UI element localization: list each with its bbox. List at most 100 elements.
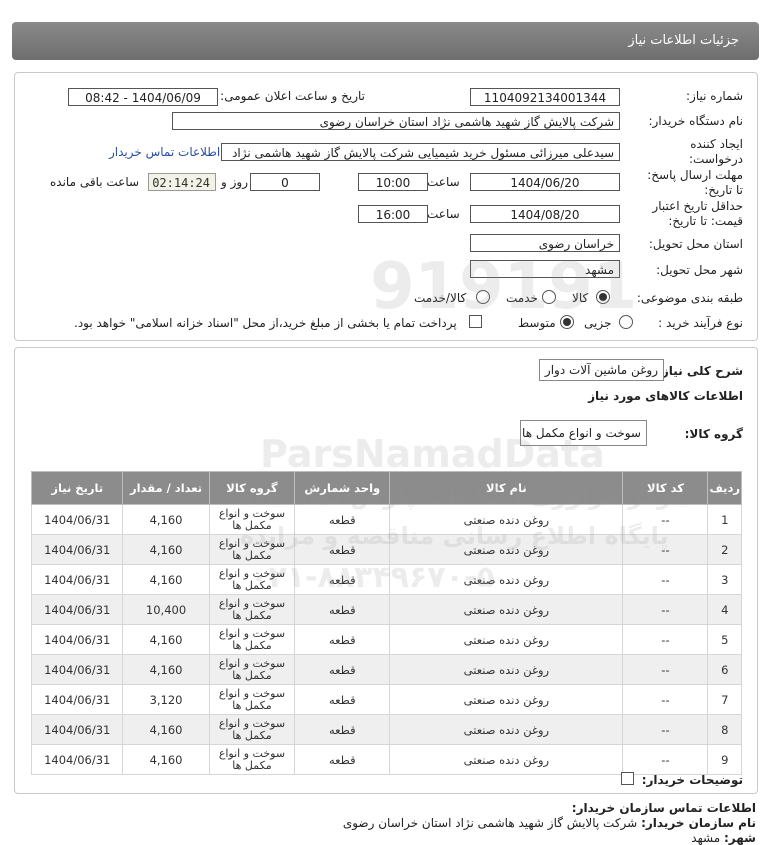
days-label: روز و [221, 175, 248, 189]
buyer-notes-checkbox[interactable] [621, 772, 634, 785]
table-row: 5 -- روغن دنده صنعتی قطعه سوخت و انواع م… [30, 624, 742, 655]
announce-field: 1404/06/09 - 08:42 [68, 88, 218, 106]
items-table-header: ردیف کد کالا نام کالا واحد شمارش گروه کا… [30, 471, 742, 505]
process-radio-medium[interactable] [560, 315, 574, 329]
item-need-date: 1404/06/31 [30, 504, 124, 535]
item-name: روغن دنده صنعتی [389, 534, 624, 565]
footer-city-label: شهر: [724, 831, 756, 845]
org-row: نام سازمان خریدار: شرکت پالایش گاز شهید … [343, 816, 756, 830]
row-index: 6 [707, 654, 742, 685]
item-quantity: 4,160 [122, 504, 210, 535]
row-index: 8 [707, 714, 742, 745]
goods-group-label: گروه کالا: [684, 427, 743, 441]
item-group: سوخت و انواع مکمل ها [208, 594, 296, 625]
item-group: سوخت و انواع مکمل ها [208, 534, 296, 565]
items-table: ردیف کد کالا نام کالا واحد شمارش گروه کا… [30, 471, 742, 775]
process-radio-minor[interactable] [619, 315, 633, 329]
footer-city-value: مشهد [691, 831, 721, 845]
table-row: 8 -- روغن دنده صنعتی قطعه سوخت و انواع م… [30, 714, 742, 745]
row-index: 7 [707, 684, 742, 715]
deadline-time-label: ساعت [427, 175, 460, 189]
need-info-panel: شماره نیاز: 1104092134001344 تاریخ و ساع… [14, 72, 758, 341]
category-option-goods-service: کالا/خدمت [414, 291, 467, 305]
deadline-time-field: 10:00 [358, 173, 428, 191]
province-label: استان محل تحویل: [648, 237, 743, 251]
item-group: سوخت و انواع مکمل ها [208, 504, 296, 535]
summary-label: شرح کلی نیاز: [657, 364, 743, 378]
city-field: مشهد [470, 260, 620, 278]
remaining-time-field: 02:14:24 [148, 173, 216, 191]
item-quantity: 4,160 [122, 624, 210, 655]
item-quantity: 4,160 [122, 534, 210, 565]
item-group: سوخت و انواع مکمل ها [208, 624, 296, 655]
category-radio-goods[interactable] [596, 290, 610, 304]
process-label: نوع فرآیند خرید : [658, 316, 743, 330]
item-code: -- [622, 624, 709, 655]
remaining-label: ساعت باقی مانده [50, 175, 140, 189]
item-unit: قطعه [294, 744, 391, 775]
item-unit: قطعه [294, 504, 391, 535]
item-need-date: 1404/06/31 [30, 714, 124, 745]
validity-time-label: ساعت [427, 207, 460, 221]
deadline-label: مهلت ارسال پاسخ: تا تاریخ: [647, 168, 743, 197]
column-header: ردیف [707, 471, 742, 505]
validity-label: حداقل تاریخ اعتبار قیمت: تا تاریخ: [652, 199, 743, 228]
item-name: روغن دنده صنعتی [389, 714, 624, 745]
item-unit: قطعه [294, 684, 391, 715]
item-code: -- [622, 504, 709, 535]
item-code: -- [622, 534, 709, 565]
item-unit: قطعه [294, 534, 391, 565]
column-header: کد کالا [622, 471, 709, 505]
column-header: تعداد / مقدار [122, 471, 210, 505]
row-index: 1 [707, 504, 742, 535]
category-radio-goods-service[interactable] [476, 290, 490, 304]
item-code: -- [622, 714, 709, 745]
validity-date-field: 1404/08/20 [470, 205, 620, 223]
row-index: 5 [707, 624, 742, 655]
need-details-panel: شرح کلی نیاز: روغن ماشین آلات دوار اطلاع… [14, 347, 758, 794]
buyer-contact-link[interactable]: اطلاعات تماس خریدار [109, 145, 220, 159]
items-section-title: اطلاعات کالاهای مورد نیاز [588, 389, 743, 403]
table-row: 9 -- روغن دنده صنعتی قطعه سوخت و انواع م… [30, 744, 742, 775]
process-option-medium: متوسط [518, 316, 556, 330]
item-quantity: 4,160 [122, 654, 210, 685]
item-name: روغن دنده صنعتی [389, 684, 624, 715]
validity-time-field: 16:00 [358, 205, 428, 223]
item-need-date: 1404/06/31 [30, 594, 124, 625]
row-index: 9 [707, 744, 742, 775]
treasury-payment-checkbox[interactable] [469, 315, 482, 328]
row-index: 4 [707, 594, 742, 625]
table-row: 4 -- روغن دنده صنعتی قطعه سوخت و انواع م… [30, 594, 742, 625]
item-code: -- [622, 684, 709, 715]
page-title: جزئیات اطلاعات نیاز [628, 33, 739, 48]
item-code: -- [622, 564, 709, 595]
item-need-date: 1404/06/31 [30, 744, 124, 775]
row-index: 3 [707, 564, 742, 595]
buyer-label: نام دستگاه خریدار: [648, 114, 744, 128]
item-need-date: 1404/06/31 [30, 624, 124, 655]
item-quantity: 3,120 [122, 684, 210, 715]
item-group: سوخت و انواع مکمل ها [208, 654, 296, 685]
process-option-minor: جزیی [584, 316, 612, 330]
item-unit: قطعه [294, 714, 391, 745]
item-code: -- [622, 744, 709, 775]
table-row: 1 -- روغن دنده صنعتی قطعه سوخت و انواع م… [30, 504, 742, 535]
table-row: 6 -- روغن دنده صنعتی قطعه سوخت و انواع م… [30, 654, 742, 685]
item-name: روغن دنده صنعتی [389, 654, 624, 685]
creator-label: ایجاد کننده درخواست: [689, 137, 743, 166]
category-option-service: خدمت [506, 291, 538, 305]
item-need-date: 1404/06/31 [30, 564, 124, 595]
table-row: 3 -- روغن دنده صنعتی قطعه سوخت و انواع م… [30, 564, 742, 595]
item-name: روغن دنده صنعتی [389, 504, 624, 535]
item-name: روغن دنده صنعتی [389, 744, 624, 775]
goods-group-field: سوخت و انواع مکمل ها [520, 420, 647, 446]
item-code: -- [622, 654, 709, 685]
item-name: روغن دنده صنعتی [389, 564, 624, 595]
item-unit: قطعه [294, 564, 391, 595]
item-group: سوخت و انواع مکمل ها [208, 684, 296, 715]
item-quantity: 10,400 [122, 594, 210, 625]
item-group: سوخت و انواع مکمل ها [208, 744, 296, 775]
summary-field: روغن ماشین آلات دوار [538, 359, 664, 381]
category-radio-service[interactable] [542, 290, 556, 304]
item-unit: قطعه [294, 624, 391, 655]
